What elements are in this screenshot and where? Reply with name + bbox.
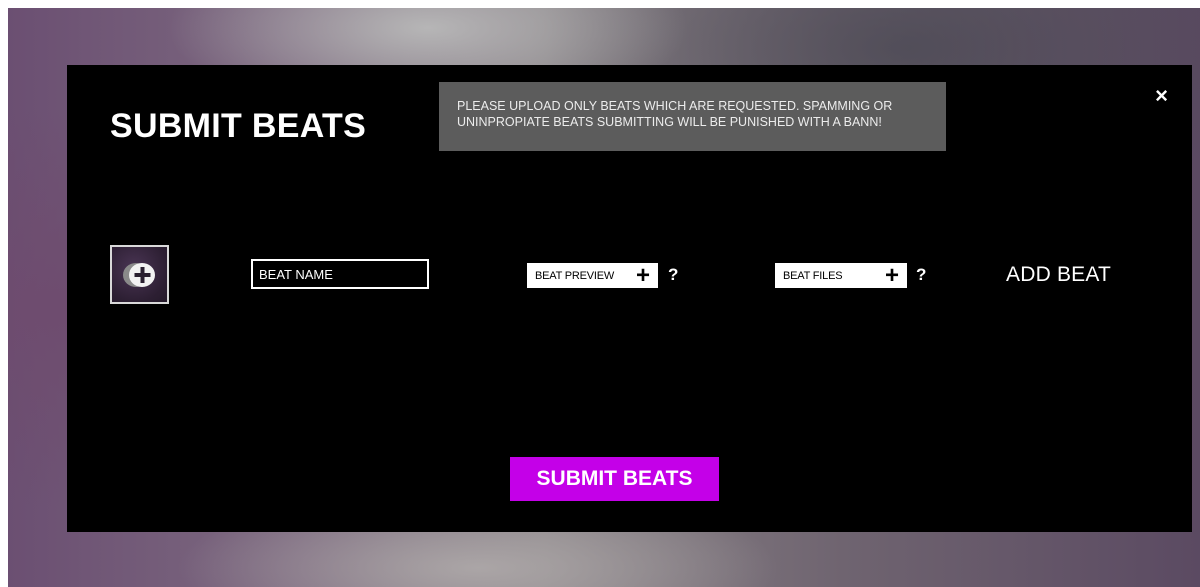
- submit-beats-modal: SUBMIT BEATS PLEASE UPLOAD ONLY BEATS WH…: [67, 65, 1192, 532]
- beat-preview-label: BEAT PREVIEW: [535, 269, 615, 282]
- beat-preview-button[interactable]: BEAT PREVIEW +: [527, 263, 658, 288]
- plus-icon: +: [635, 261, 650, 289]
- beat-name-input[interactable]: [251, 259, 429, 289]
- modal-title: SUBMIT BEATS: [110, 107, 367, 145]
- plus-icon: +: [884, 261, 899, 289]
- submit-beats-button[interactable]: SUBMIT BEATS: [510, 457, 719, 501]
- add-circle-icon: [123, 263, 155, 287]
- beat-files-label: BEAT FILES: [783, 269, 843, 282]
- upload-notice: PLEASE UPLOAD ONLY BEATS WHICH ARE REQUE…: [439, 82, 946, 151]
- add-beat-button[interactable]: ADD BEAT: [1006, 263, 1111, 287]
- beat-files-button[interactable]: BEAT FILES +: [775, 263, 907, 288]
- beat-preview-help-icon[interactable]: ?: [668, 265, 678, 285]
- close-icon[interactable]: ×: [1155, 85, 1168, 107]
- beat-files-help-icon[interactable]: ?: [916, 265, 926, 285]
- upload-notice-text: PLEASE UPLOAD ONLY BEATS WHICH ARE REQUE…: [457, 99, 893, 129]
- cover-upload-button[interactable]: [110, 245, 169, 304]
